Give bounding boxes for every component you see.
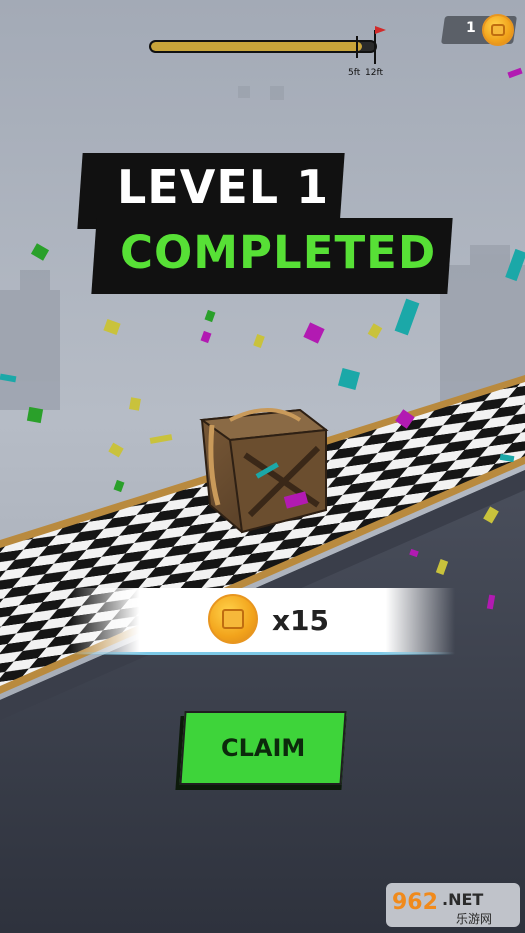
finish-flag-icon bbox=[375, 26, 386, 34]
coin-icon bbox=[482, 14, 514, 46]
reward-amount: x15 bbox=[272, 604, 330, 637]
completed-title: COMPLETED bbox=[120, 226, 437, 279]
reward-panel bbox=[70, 588, 455, 654]
level-progress-fill bbox=[151, 42, 362, 51]
progress-marker-5ft bbox=[356, 36, 358, 58]
coin-count: 1 bbox=[466, 20, 476, 36]
progress-goal-label: 12ft bbox=[365, 68, 383, 78]
coin-icon bbox=[208, 594, 258, 644]
watermark-logo: 962 .NET 乐游网 bbox=[386, 883, 520, 927]
level-title: LEVEL 1 bbox=[117, 160, 330, 214]
svg-text:962: 962 bbox=[392, 890, 438, 915]
svg-text:乐游网: 乐游网 bbox=[456, 912, 492, 926]
claim-button-label: CLAIM bbox=[220, 734, 306, 762]
game-scene bbox=[0, 0, 525, 933]
claim-button[interactable]: CLAIM bbox=[179, 711, 347, 785]
progress-marker-label: 5ft bbox=[348, 68, 361, 78]
reward-panel-underline bbox=[70, 652, 455, 655]
level-progress-bar bbox=[149, 40, 377, 53]
svg-text:.NET: .NET bbox=[442, 890, 483, 909]
